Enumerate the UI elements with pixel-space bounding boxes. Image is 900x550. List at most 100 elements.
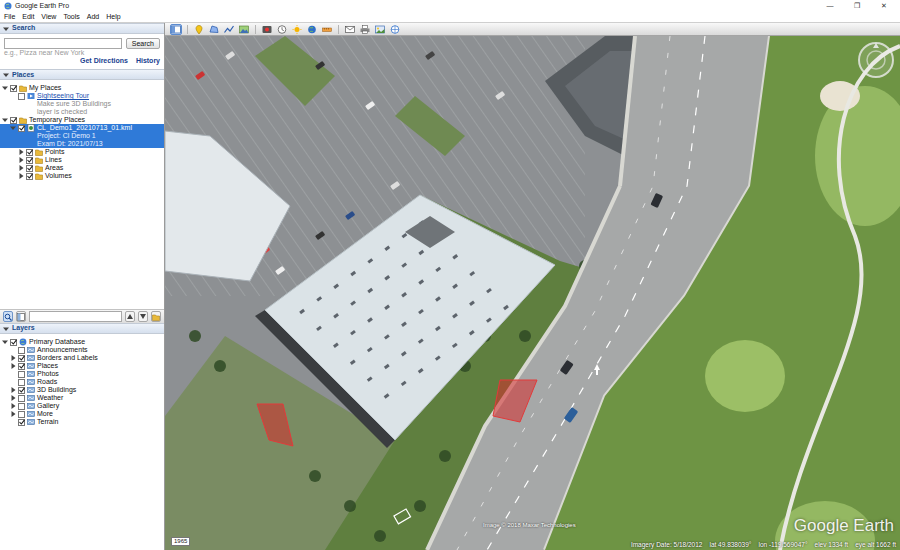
place-item[interactable]: My Places xyxy=(0,84,164,92)
search-link[interactable]: History xyxy=(136,57,160,65)
search-toggle-button[interactable] xyxy=(3,311,13,322)
item-label[interactable]: Weather xyxy=(37,394,63,402)
toolbar-button[interactable] xyxy=(374,24,386,35)
checkbox[interactable] xyxy=(18,93,25,100)
item-label[interactable]: Sightseeing Tour xyxy=(37,92,111,100)
toolbar-button[interactable] xyxy=(359,24,371,35)
expand-icon[interactable] xyxy=(10,355,16,361)
collapse-icon[interactable] xyxy=(2,85,8,91)
map-view[interactable]: Image © 2018 Maxar TechnologiesGoogle Ea… xyxy=(165,36,900,550)
checkbox[interactable] xyxy=(18,371,25,378)
layer-item[interactable]: Places xyxy=(0,362,164,370)
checkbox[interactable] xyxy=(18,125,25,132)
place-item[interactable]: Lines xyxy=(0,156,164,164)
expand-icon[interactable] xyxy=(10,403,16,409)
toolbar-button[interactable] xyxy=(276,24,288,35)
layer-item[interactable]: Announcements xyxy=(0,346,164,354)
collapse-icon[interactable] xyxy=(2,117,8,123)
expand-icon[interactable] xyxy=(18,149,24,155)
checkbox[interactable] xyxy=(18,387,25,394)
item-label[interactable]: 3D Buildings xyxy=(37,386,76,394)
layer-item[interactable]: Roads xyxy=(0,378,164,386)
place-item[interactable]: Temporary Places xyxy=(0,116,164,124)
search-input[interactable] xyxy=(4,38,122,49)
toolbar-button[interactable] xyxy=(389,24,401,35)
expand-icon[interactable] xyxy=(10,363,16,369)
layer-item[interactable]: More xyxy=(0,410,164,418)
toolbar-button[interactable] xyxy=(321,24,333,35)
checkbox[interactable] xyxy=(10,339,17,346)
checkbox[interactable] xyxy=(18,395,25,402)
place-item[interactable]: CL_Demo1_20210713_01.kmlProject: Cl Demo… xyxy=(0,124,164,148)
close-button[interactable]: ✕ xyxy=(872,2,896,10)
expand-icon[interactable] xyxy=(10,411,16,417)
item-label[interactable]: Terrain xyxy=(37,418,58,426)
toolbar-button[interactable] xyxy=(193,24,205,35)
item-label[interactable]: CL_Demo1_20210713_01.kml xyxy=(37,124,132,132)
layer-item[interactable]: Terrain xyxy=(0,418,164,426)
checkbox[interactable] xyxy=(18,347,25,354)
layer-item[interactable]: Gallery xyxy=(0,402,164,410)
place-item[interactable]: Sightseeing TourMake sure 3D Buildingsla… xyxy=(0,92,164,116)
item-label[interactable]: Points xyxy=(45,148,64,156)
move-down-button[interactable] xyxy=(138,311,148,322)
layer-item[interactable]: Weather xyxy=(0,394,164,402)
layer-item[interactable]: Photos xyxy=(0,370,164,378)
toolbar-button[interactable] xyxy=(261,24,273,35)
item-label[interactable]: Lines xyxy=(45,156,62,164)
item-label[interactable]: Gallery xyxy=(37,402,59,410)
expand-icon[interactable] xyxy=(10,395,16,401)
panel-toggle-button[interactable] xyxy=(16,311,26,322)
item-label[interactable]: Areas xyxy=(45,164,63,172)
panel-header[interactable]: Search xyxy=(0,23,164,34)
menu-item[interactable]: Edit xyxy=(22,13,34,21)
collapse-icon[interactable] xyxy=(2,339,8,345)
checkbox[interactable] xyxy=(18,403,25,410)
place-item[interactable]: Areas xyxy=(0,164,164,172)
checkbox[interactable] xyxy=(26,149,33,156)
collapse-icon[interactable] xyxy=(3,26,9,32)
item-label[interactable]: Photos xyxy=(37,370,59,378)
checkbox[interactable] xyxy=(26,173,33,180)
toolbar-button[interactable] xyxy=(306,24,318,35)
toolbar-button[interactable] xyxy=(223,24,235,35)
checkbox[interactable] xyxy=(18,411,25,418)
toolbar-button[interactable] xyxy=(344,24,356,35)
satellite-imagery[interactable] xyxy=(165,36,900,550)
checkbox[interactable] xyxy=(10,85,17,92)
place-item[interactable]: Points xyxy=(0,148,164,156)
panel-header[interactable]: Places xyxy=(0,69,164,80)
item-label[interactable]: Announcements xyxy=(37,346,88,354)
expand-icon[interactable] xyxy=(10,387,16,393)
layer-item[interactable]: Primary Database xyxy=(0,338,164,346)
toolbar-button[interactable] xyxy=(170,24,182,35)
item-label[interactable]: My Places xyxy=(29,84,61,92)
checkbox[interactable] xyxy=(10,117,17,124)
toolbar-button[interactable] xyxy=(208,24,220,35)
compass-icon[interactable] xyxy=(856,40,896,80)
checkbox[interactable] xyxy=(18,419,25,426)
collapse-icon[interactable] xyxy=(3,72,9,78)
places-filter-input[interactable] xyxy=(29,311,122,322)
layer-item[interactable]: 3D Buildings xyxy=(0,386,164,394)
minimize-button[interactable]: — xyxy=(818,2,842,10)
menu-item[interactable]: Tools xyxy=(63,13,79,21)
checkbox[interactable] xyxy=(18,379,25,386)
checkbox[interactable] xyxy=(26,165,33,172)
move-up-button[interactable] xyxy=(125,311,135,322)
collapse-icon[interactable] xyxy=(3,326,9,332)
toolbar-button[interactable] xyxy=(291,24,303,35)
item-label[interactable]: Temporary Places xyxy=(29,116,85,124)
item-label[interactable]: Roads xyxy=(37,378,57,386)
layer-item[interactable]: Borders and Labels xyxy=(0,354,164,362)
expand-icon[interactable] xyxy=(18,157,24,163)
menu-item[interactable]: File xyxy=(4,13,15,21)
menu-item[interactable]: View xyxy=(41,13,56,21)
item-label[interactable]: Primary Database xyxy=(29,338,85,346)
checkbox[interactable] xyxy=(18,355,25,362)
checkbox[interactable] xyxy=(26,157,33,164)
search-link[interactable]: Get Directions xyxy=(80,57,128,65)
maximize-button[interactable]: ❐ xyxy=(845,2,869,10)
panel-header[interactable]: Layers xyxy=(0,323,164,334)
collapse-icon[interactable] xyxy=(10,125,16,131)
